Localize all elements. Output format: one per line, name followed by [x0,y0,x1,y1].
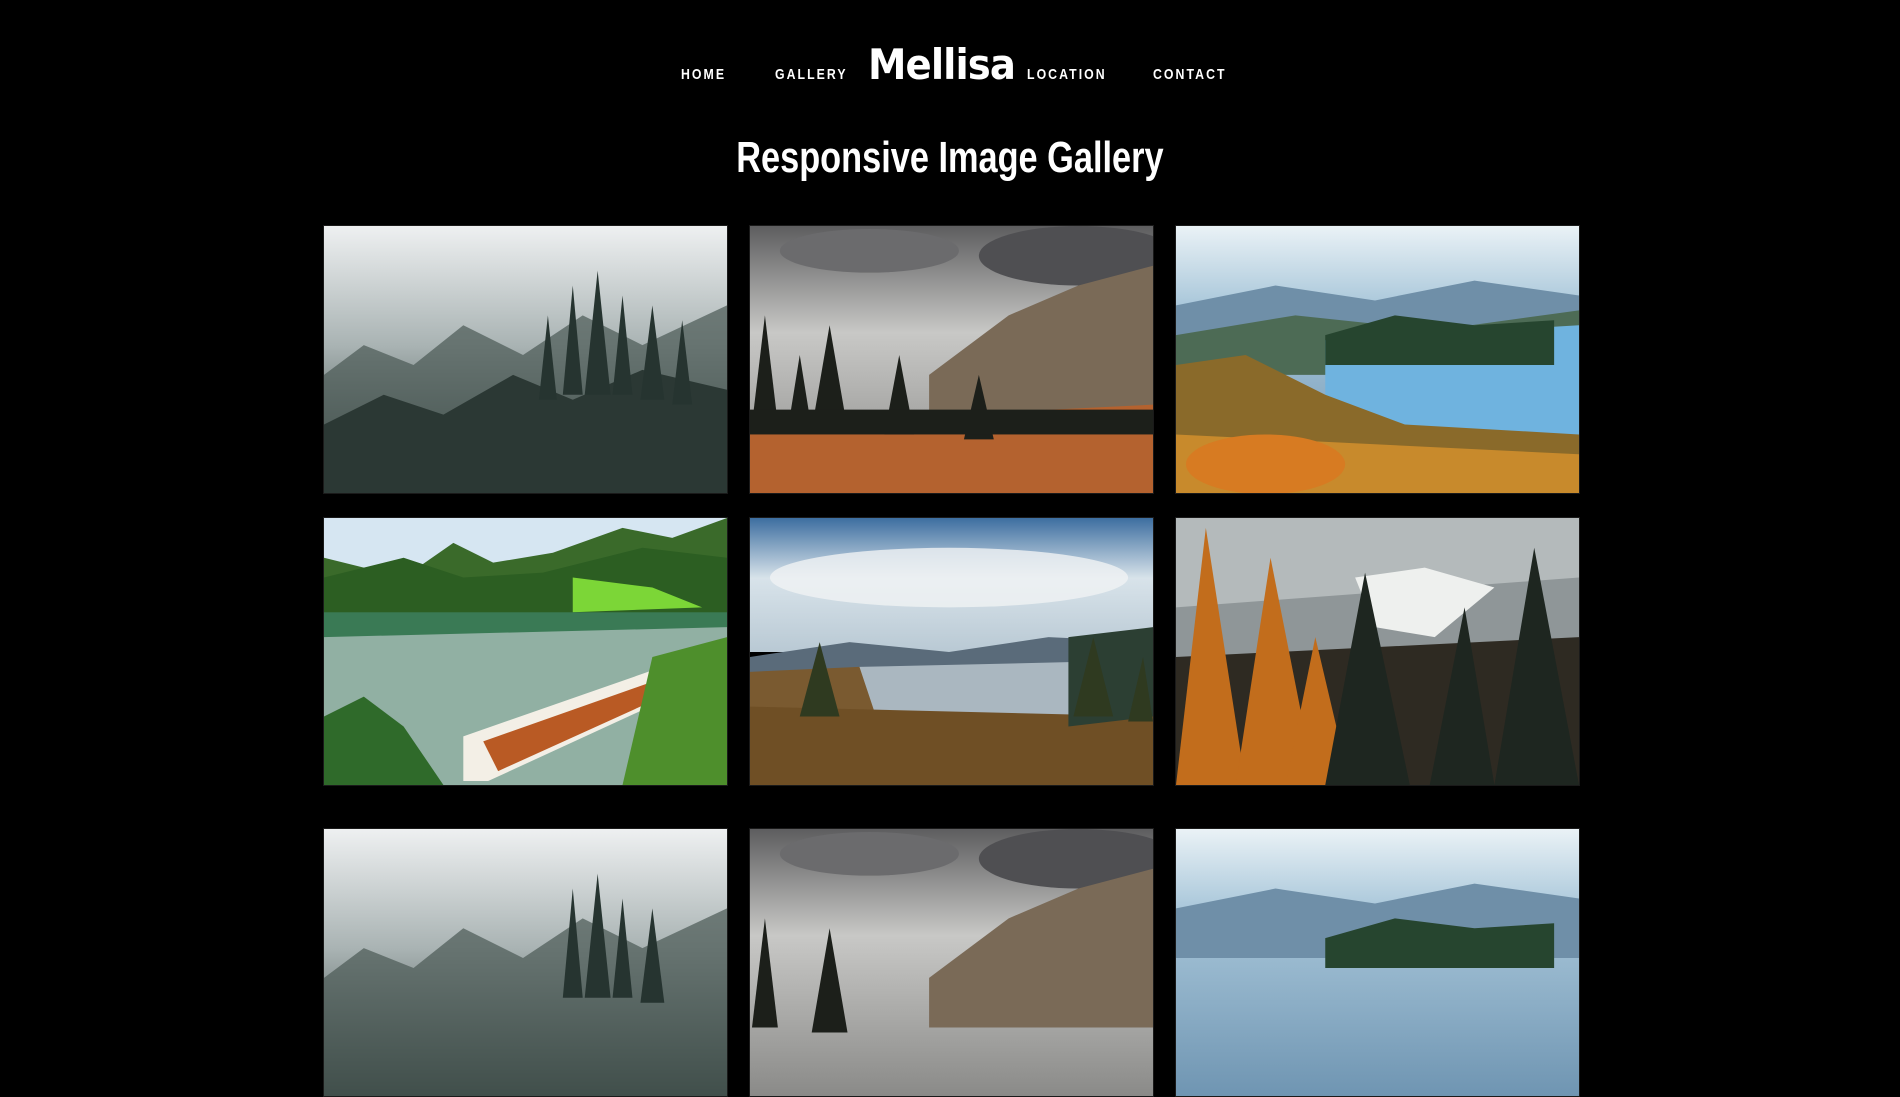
nav-location-link[interactable]: LOCATION [1027,66,1107,83]
page-title: Responsive Image Gallery [736,133,1164,182]
top-navigation: HOME GALLERY Mellisa LOCATION CONTACT [0,0,1900,130]
nav-home-link[interactable]: HOME [681,66,726,83]
gallery-image-autumn-lake-castle-2[interactable] [1175,828,1580,1097]
gallery-image-mountain-lake-meadow[interactable] [749,517,1154,786]
gallery-image-misty-forest-2[interactable] [323,828,728,1097]
site-logo[interactable]: Mellisa [868,40,1016,89]
gallery-image-mountain-pines[interactable] [749,225,1154,494]
gallery-image-mountain-pines-2[interactable] [749,828,1154,1097]
nav-gallery-link[interactable]: GALLERY [775,66,848,83]
gallery-image-autumn-lake-castle[interactable] [1175,225,1580,494]
gallery-image-misty-forest[interactable] [323,225,728,494]
gallery-image-boat-on-lake[interactable] [323,517,728,786]
gallery-image-orange-larches[interactable] [1175,517,1580,786]
nav-contact-link[interactable]: CONTACT [1153,66,1227,83]
